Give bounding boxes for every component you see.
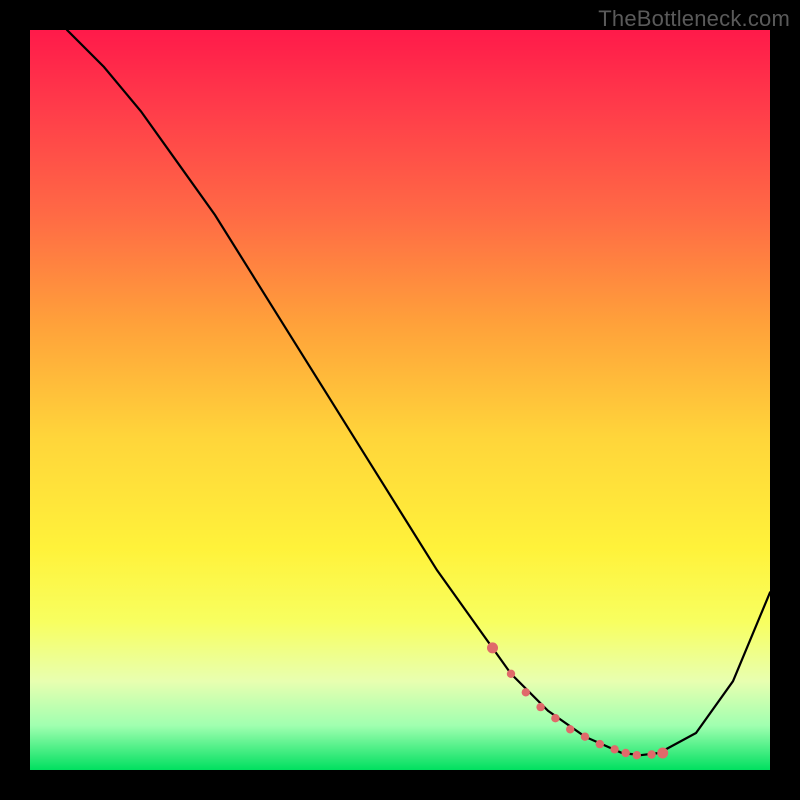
trough-dot — [596, 740, 604, 748]
plot-area — [30, 30, 770, 770]
trough-dot — [551, 714, 559, 722]
trough-dot — [622, 749, 630, 757]
curve-layer — [30, 30, 770, 770]
trough-dot — [536, 703, 544, 711]
trough-dot — [657, 748, 668, 759]
watermark-text: TheBottleneck.com — [598, 6, 790, 32]
trough-dot — [581, 733, 589, 741]
bottleneck-curve — [67, 30, 770, 755]
trough-dot — [522, 688, 530, 696]
trough-dot — [566, 725, 574, 733]
trough-dot — [633, 751, 641, 759]
trough-markers — [487, 642, 668, 759]
trough-dot — [507, 670, 515, 678]
trough-dot — [487, 642, 498, 653]
trough-dot — [647, 750, 655, 758]
chart-frame: TheBottleneck.com — [0, 0, 800, 800]
trough-dot — [610, 745, 618, 753]
